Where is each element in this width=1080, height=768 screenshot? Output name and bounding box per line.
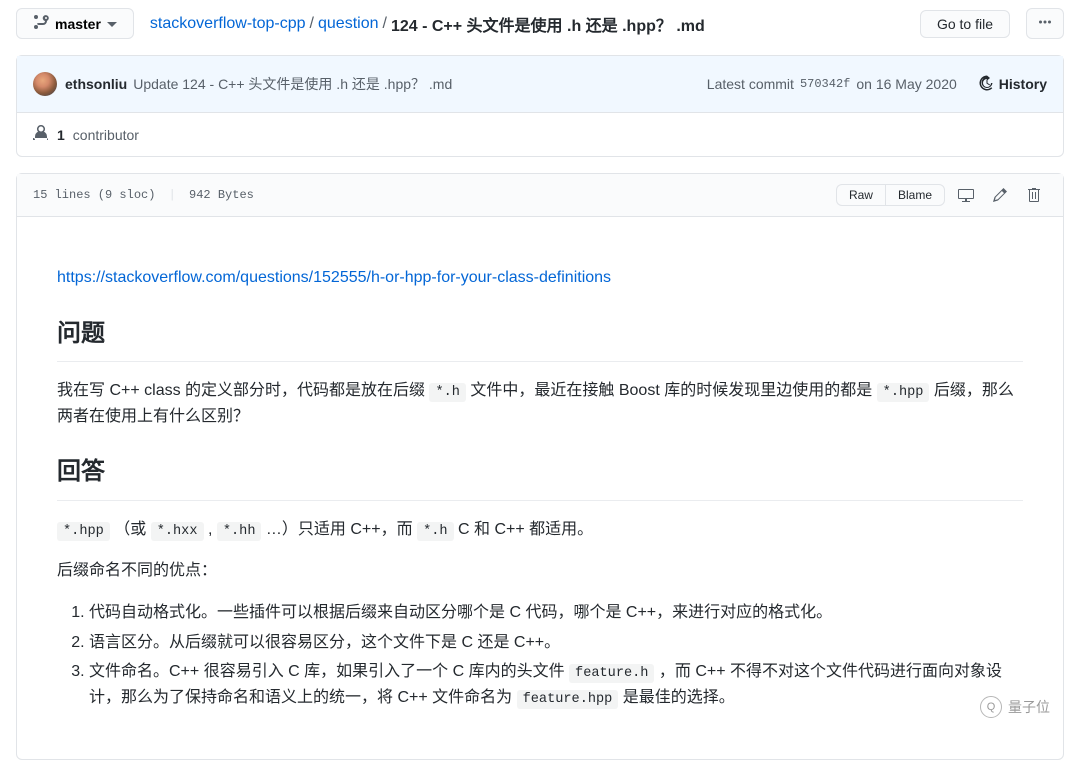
breadcrumb-sep: / [383,15,387,33]
breadcrumb-dir-link[interactable]: question [318,15,379,33]
contributor-count: 1 [57,127,65,143]
file-header: 15 lines (9 sloc) | 942 Bytes Raw Blame [17,174,1063,217]
list-item: 语言区分。从后缀就可以很容易区分，这个文件下是 C 还是 C++。 [89,630,1023,656]
people-icon [33,125,49,144]
kebab-icon [1037,17,1053,33]
trash-icon-button[interactable] [1021,182,1047,208]
breadcrumb: stackoverflow-top-cpp / question / 124 -… [150,12,904,36]
markdown-body: https://stackoverflow.com/questions/1525… [17,217,1063,759]
desktop-icon-button[interactable] [953,182,979,208]
history-label: History [999,76,1047,92]
list-item: 代码自动格式化。一些插件可以根据后缀来自动区分哪个是 C 代码，哪个是 C++，… [89,600,1023,626]
heading-question: 问题 [57,315,1023,362]
blame-button[interactable]: Blame [885,184,945,206]
code-hpp: *.hpp [57,522,110,541]
file-stats: 15 lines (9 sloc) | 942 Bytes [33,188,254,202]
code-hxx: *.hxx [151,522,204,541]
question-paragraph: 我在写 C++ class 的定义部分时，代码都是放在后缀 *.h 文件中，最近… [57,378,1023,429]
line-count: 15 lines (9 sloc) [33,188,155,202]
code-hh: *.hh [217,522,262,541]
watermark: Q 量子位 [980,696,1050,718]
latest-commit-row: ethsonliu Update 124 - C++ 头文件是使用 .h 还是 … [17,56,1063,113]
commit-author[interactable]: ethsonliu [65,76,127,92]
breadcrumb-sep: / [310,15,314,33]
more-actions-button[interactable] [1026,8,1064,39]
git-branch-icon [33,14,49,33]
list-item: 文件命名。C++ 很容易引入 C 库，如果引入了一个 C 库内的头文件 feat… [89,659,1023,711]
source-link[interactable]: https://stackoverflow.com/questions/1525… [57,269,611,286]
code-feature-h: feature.h [569,664,654,683]
wechat-icon: Q [980,696,1002,718]
advantages-intro: 后缀命名不同的优点： [57,558,1023,584]
commit-box: ethsonliu Update 124 - C++ 头文件是使用 .h 还是 … [16,55,1064,157]
commit-date: on 16 May 2020 [856,76,956,92]
contributor-label: contributor [73,127,139,143]
avatar[interactable] [33,72,57,96]
caret-down-icon [107,16,117,32]
commit-message[interactable]: Update 124 - C++ 头文件是使用 .h 还是 .hpp？ .md [133,74,452,94]
branch-select-button[interactable]: master [16,8,134,39]
watermark-text: 量子位 [1008,697,1050,717]
file-box: 15 lines (9 sloc) | 942 Bytes Raw Blame … [16,173,1064,760]
breadcrumb-repo-link[interactable]: stackoverflow-top-cpp [150,15,306,33]
raw-button[interactable]: Raw [836,184,885,206]
go-to-file-button[interactable]: Go to file [920,10,1010,38]
history-icon [979,75,995,94]
answer-paragraph-1: *.hpp （或 *.hxx , *.hh …）只适用 C++，而 *.h C … [57,517,1023,543]
heading-answer: 回答 [57,453,1023,500]
code-hpp: *.hpp [877,383,930,402]
branch-label: master [55,16,101,32]
code-h: *.h [429,383,465,402]
breadcrumb-current-file: 124 - C++ 头文件是使用 .h 还是 .hpp？ .md [391,12,705,36]
latest-commit-label: Latest commit [707,76,794,92]
contributors-row[interactable]: 1 contributor [17,113,1063,156]
history-link[interactable]: History [979,75,1047,94]
advantages-list: 代码自动格式化。一些插件可以根据后缀来自动区分哪个是 C 代码，哪个是 C++，… [57,600,1023,711]
file-size: 942 Bytes [189,188,254,202]
commit-sha[interactable]: 570342f [800,77,850,91]
pencil-icon-button[interactable] [987,182,1013,208]
code-feature-hpp: feature.hpp [517,690,619,709]
code-h: *.h [417,522,453,541]
